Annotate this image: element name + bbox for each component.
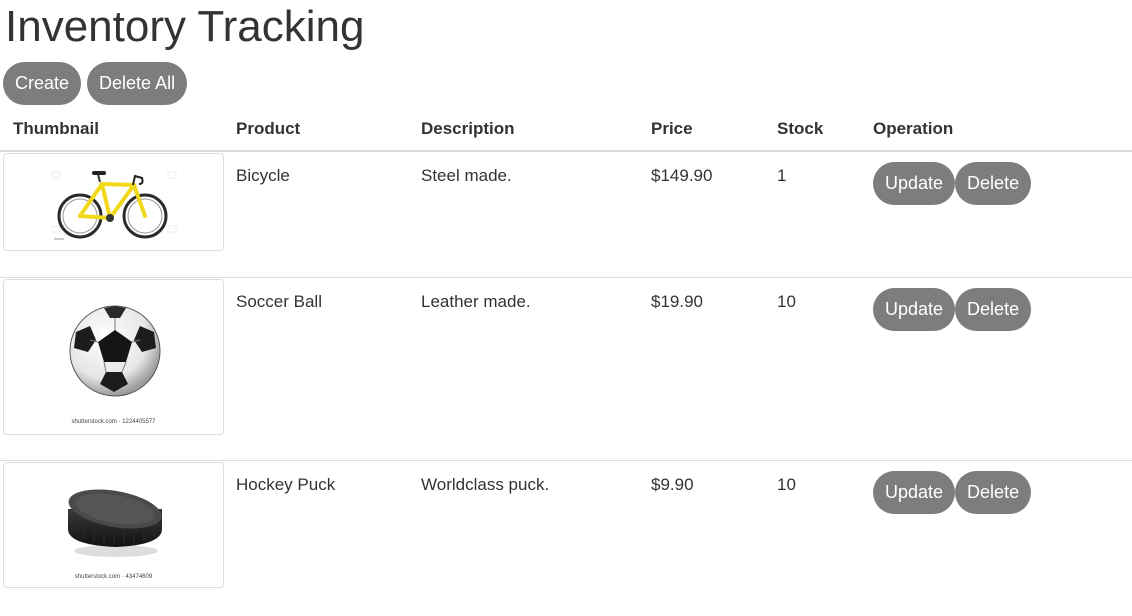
inventory-table: Thumbnail Product Description Price Stoc…: [0, 108, 1132, 601]
update-button[interactable]: Update: [873, 288, 956, 331]
product-thumbnail: shutterstock.com · 43474609: [3, 462, 224, 588]
header-operation: Operation: [873, 119, 954, 138]
hockey-puck-image: [4, 463, 223, 575]
inventory-page: Inventory Tracking Create Delete All Thu…: [0, 0, 1132, 616]
table-row: shutterstock.com · 1224405577 Soccer Bal…: [0, 278, 1132, 461]
product-description: Steel made.: [421, 166, 512, 185]
product-name: Hockey Puck: [236, 475, 336, 494]
page-title: Inventory Tracking: [5, 2, 365, 51]
update-button[interactable]: Update: [873, 471, 956, 514]
product-price: $149.90: [651, 166, 713, 185]
product-name: Soccer Ball: [236, 292, 322, 311]
header-description: Description: [421, 119, 515, 138]
create-button[interactable]: Create: [3, 62, 82, 105]
row-operations: Update Delete: [873, 288, 1032, 331]
product-thumbnail: [3, 153, 224, 251]
product-price: $19.90: [651, 292, 703, 311]
row-operations: Update Delete: [873, 162, 1032, 205]
product-name: Bicycle: [236, 166, 290, 185]
header-thumbnail: Thumbnail: [13, 119, 99, 138]
row-operations: Update Delete: [873, 471, 1032, 514]
product-description: Leather made.: [421, 292, 531, 311]
delete-button[interactable]: Delete: [955, 471, 1032, 514]
toolbar: Create Delete All: [3, 62, 188, 105]
delete-all-button[interactable]: Delete All: [87, 62, 188, 105]
product-description: Worldclass puck.: [421, 475, 550, 494]
delete-button[interactable]: Delete: [955, 162, 1032, 205]
product-price: $9.90: [651, 475, 694, 494]
header-product: Product: [236, 119, 301, 138]
product-stock: 1: [777, 166, 787, 185]
product-thumbnail: shutterstock.com · 1224405577: [3, 279, 224, 435]
table-header: Thumbnail Product Description Price Stoc…: [0, 108, 1132, 152]
table-row: shutterstock.com · 43474609 Hockey Puck …: [0, 461, 1132, 601]
bicycle-image: [4, 154, 223, 250]
header-price: Price: [651, 119, 693, 138]
product-stock: 10: [777, 475, 796, 494]
soccer-ball-image: [4, 280, 223, 420]
delete-button[interactable]: Delete: [955, 288, 1032, 331]
product-stock: 10: [777, 292, 796, 311]
header-stock: Stock: [777, 119, 824, 138]
table-row: Bicycle Steel made. $149.90 1 Update Del…: [0, 152, 1132, 278]
update-button[interactable]: Update: [873, 162, 956, 205]
